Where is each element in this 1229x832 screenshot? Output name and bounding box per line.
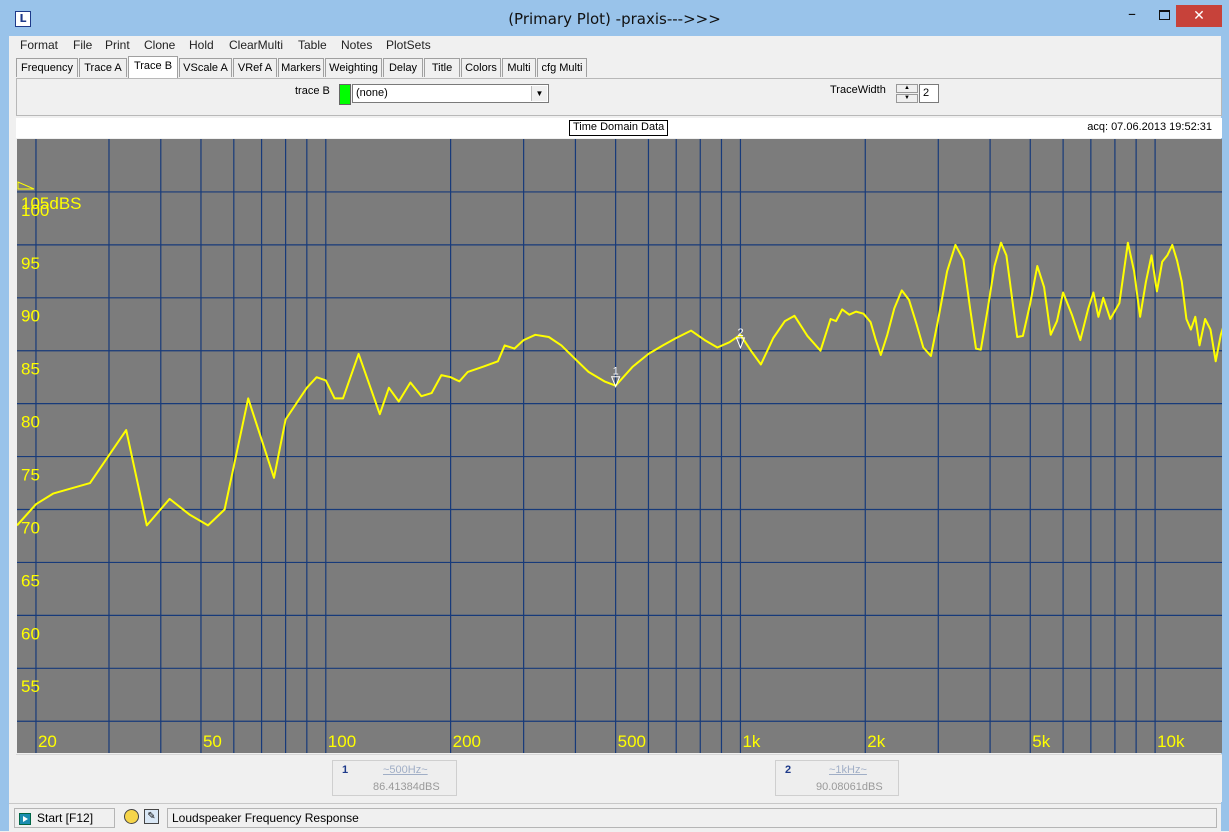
y-tick-label: 85 xyxy=(21,360,40,379)
y-tick-label: 75 xyxy=(21,466,40,485)
tab-delay[interactable]: Delay xyxy=(383,58,423,77)
x-tick-label: 10k xyxy=(1157,732,1185,751)
tab-colors[interactable]: Colors xyxy=(461,58,501,77)
marker-2-readout[interactable]: 2 ~1kHz~ 90.08061dBS xyxy=(775,760,899,796)
trace-b-panel xyxy=(16,78,1222,116)
menu-notes[interactable]: Notes xyxy=(341,38,372,52)
menu-bar: Format File Print Clone Hold ClearMulti … xyxy=(9,36,1221,56)
title-bar: L (Primary Plot) -praxis--->>> – ✕ xyxy=(0,0,1229,37)
tracewidth-label: TraceWidth xyxy=(830,84,886,96)
menu-plotsets[interactable]: PlotSets xyxy=(386,38,431,52)
y-tick-label: 95 xyxy=(21,254,40,273)
x-tick-label: 5k xyxy=(1032,732,1050,751)
maximize-icon xyxy=(1158,10,1170,20)
play-icon xyxy=(19,812,31,825)
tab-frequency[interactable]: Frequency xyxy=(16,58,78,77)
window-right-border xyxy=(1221,36,1229,831)
window-title: (Primary Plot) -praxis--->>> xyxy=(508,10,721,28)
y-tick-label: 70 xyxy=(21,518,40,537)
y-top-label: 105dBS xyxy=(21,194,82,213)
marker-1-value: 86.41384dBS xyxy=(373,781,440,793)
tab-cfg-multi[interactable]: cfg Multi xyxy=(537,58,587,77)
x-tick-label: 20 xyxy=(38,732,57,751)
marker-label: 1 xyxy=(613,366,619,378)
menu-hold[interactable]: Hold xyxy=(189,38,214,52)
maximize-button[interactable] xyxy=(1150,5,1178,27)
menu-print[interactable]: Print xyxy=(105,38,130,52)
y-tick-label: 65 xyxy=(21,571,40,590)
x-tick-label: 1k xyxy=(742,732,760,751)
time-domain-data-button[interactable]: Time Domain Data xyxy=(569,120,669,136)
y-tick-label: 60 xyxy=(21,624,40,643)
pencil-icon[interactable]: ✎ xyxy=(144,809,159,824)
spin-down-icon[interactable]: ▼ xyxy=(896,94,918,103)
start-label: Start [F12] xyxy=(37,811,94,825)
x-tick-label: 200 xyxy=(453,732,481,751)
window-left-border xyxy=(0,36,9,831)
tab-markers[interactable]: Markers xyxy=(278,58,324,77)
status-icons: ✎ xyxy=(119,808,167,828)
marker-readout-panel xyxy=(16,754,1222,802)
tracewidth-spinner[interactable]: ▲ ▼ xyxy=(896,84,918,104)
menu-clone[interactable]: Clone xyxy=(144,38,175,52)
status-title: Loudspeaker Frequency Response xyxy=(167,808,1217,828)
close-icon: ✕ xyxy=(1193,8,1205,24)
marker-1-frequency[interactable]: ~500Hz~ xyxy=(383,764,428,776)
trace-b-color-swatch[interactable] xyxy=(339,84,351,105)
dropdown-arrow-icon[interactable]: ▼ xyxy=(531,86,547,101)
tab-vscale-a[interactable]: VScale A xyxy=(179,58,232,77)
tab-weighting[interactable]: Weighting xyxy=(325,58,382,77)
tracewidth-input[interactable]: 2 xyxy=(919,84,939,103)
tab-trace-b[interactable]: Trace B xyxy=(128,56,178,78)
x-tick-label: 500 xyxy=(618,732,646,751)
y-tick-label: 90 xyxy=(21,307,40,326)
start-button[interactable]: Start [F12] xyxy=(14,808,115,828)
plot-background xyxy=(17,139,1222,753)
menu-table[interactable]: Table xyxy=(298,38,327,52)
trace-b-label: trace B xyxy=(295,85,330,97)
marker-1-number: 1 xyxy=(342,764,349,776)
acquisition-timestamp: acq: 07.06.2013 19:52:31 xyxy=(1087,121,1212,133)
gauge-icon[interactable] xyxy=(124,809,139,824)
marker-2-number: 2 xyxy=(785,764,792,776)
tab-trace-a[interactable]: Trace A xyxy=(79,58,127,77)
tab-multi[interactable]: Multi xyxy=(502,58,536,77)
tab-vref-a[interactable]: VRef A xyxy=(233,58,277,77)
spin-up-icon[interactable]: ▲ xyxy=(896,84,918,93)
marker-1-readout[interactable]: 1 ~500Hz~ 86.41384dBS xyxy=(332,760,457,796)
menu-clearmulti[interactable]: ClearMulti xyxy=(229,38,283,52)
menu-format[interactable]: Format xyxy=(20,38,58,52)
trace-b-select[interactable]: (none) ▼ xyxy=(352,84,549,103)
frequency-response-plot[interactable]: 100959085807570656055 20 50 100 200 500 1k 2k 5… xyxy=(17,139,1222,753)
trace-b-select-value: (none) xyxy=(356,87,388,99)
y-tick-label: 55 xyxy=(21,677,40,696)
tab-title[interactable]: Title xyxy=(424,58,460,77)
y-tick-label: 80 xyxy=(21,413,40,432)
marker-2-value: 90.08061dBS xyxy=(816,781,883,793)
close-button[interactable]: ✕ xyxy=(1176,5,1222,27)
x-tick-label: 100 xyxy=(328,732,356,751)
marker-label: 2 xyxy=(737,327,743,339)
minimize-button[interactable]: – xyxy=(1118,5,1146,27)
status-bar: Start [F12] ✎ Loudspeaker Frequency Resp… xyxy=(9,803,1221,832)
x-tick-label: 2k xyxy=(867,732,885,751)
menu-file[interactable]: File xyxy=(73,38,92,52)
marker-2-frequency[interactable]: ~1kHz~ xyxy=(829,764,867,776)
x-tick-label: 50 xyxy=(203,732,222,751)
